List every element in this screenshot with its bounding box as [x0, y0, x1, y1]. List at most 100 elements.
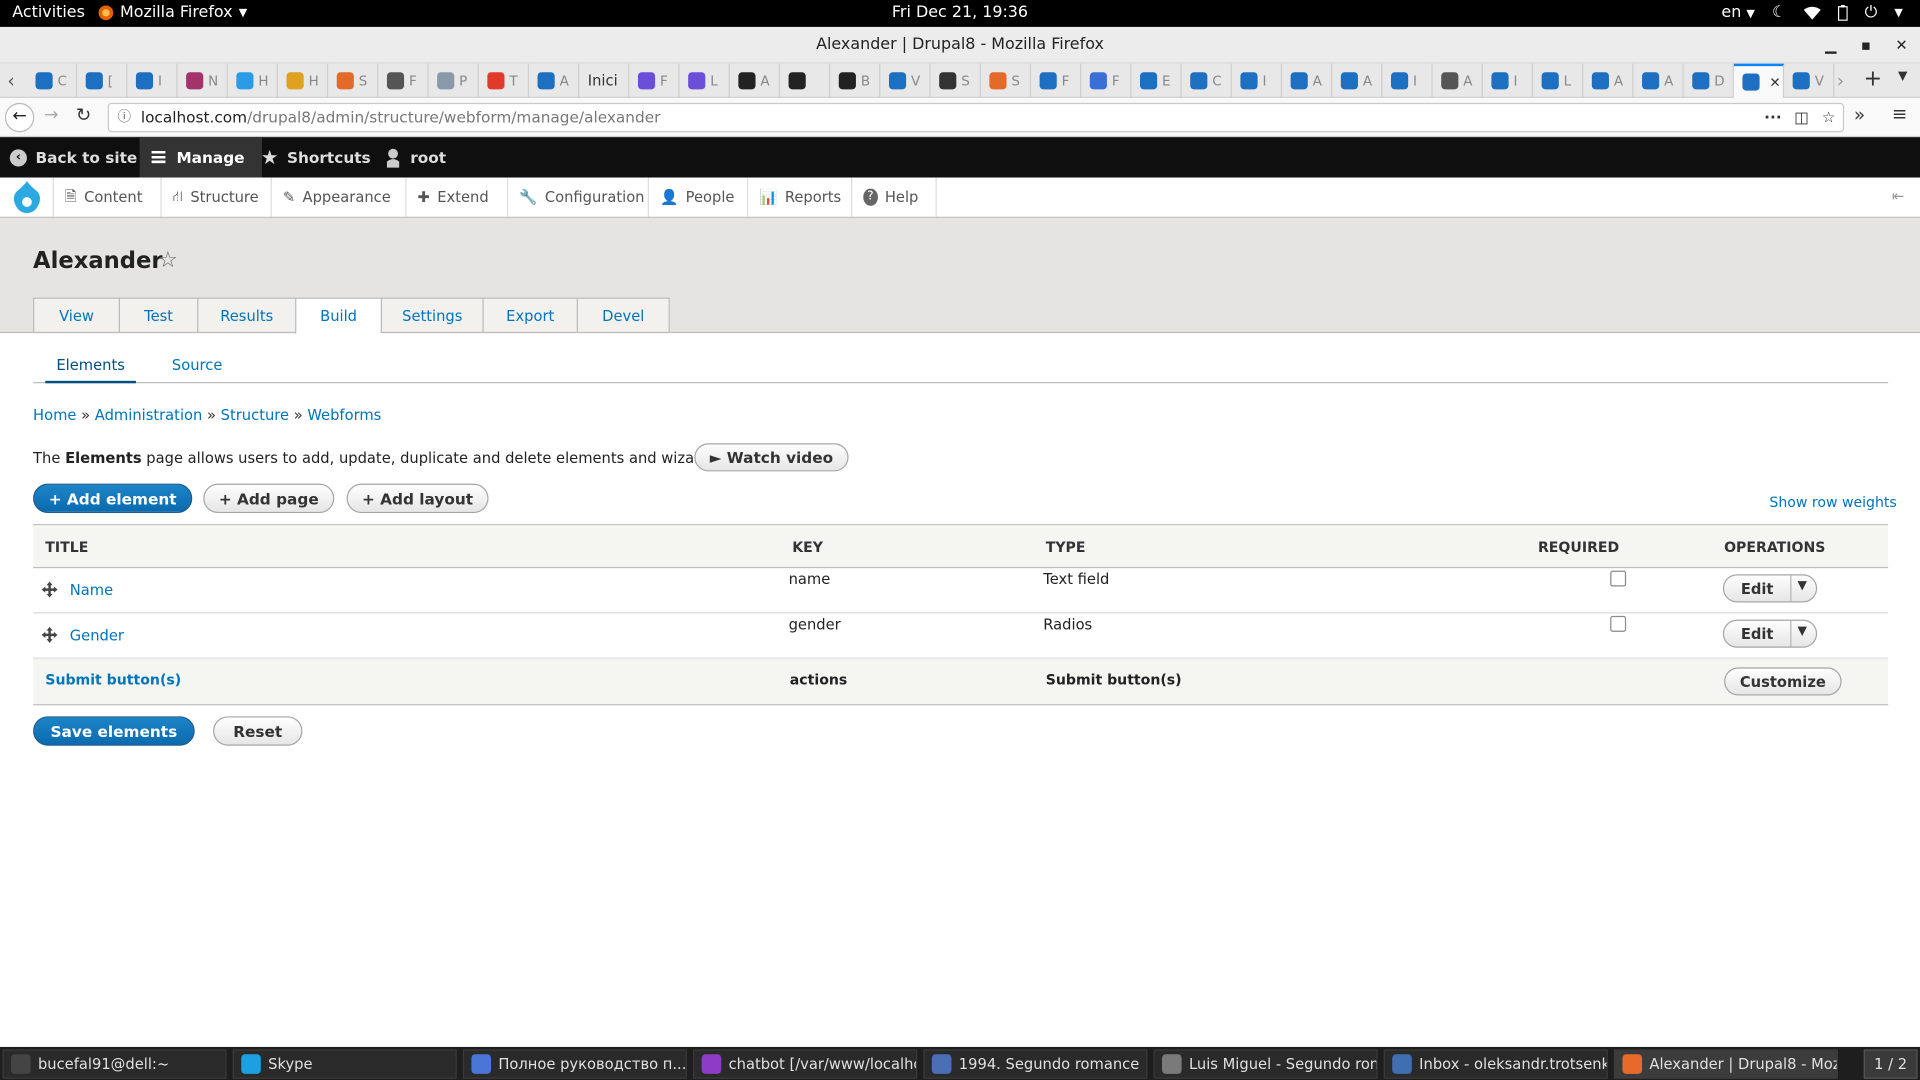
close-icon[interactable]: ✕ [1895, 27, 1907, 64]
drag-handle-icon[interactable] [41, 581, 58, 598]
subtab-elements[interactable]: Elements [45, 349, 136, 384]
taskbar-item[interactable]: bucefal91@dell:~ [2, 1049, 227, 1079]
browser-tab[interactable]: S [981, 63, 1032, 98]
browser-tab[interactable]: N [178, 63, 228, 98]
tab-test[interactable]: Test [118, 297, 198, 334]
required-checkbox[interactable] [1610, 615, 1627, 632]
language-indicator[interactable]: en ▼ [1721, 4, 1754, 22]
new-tab-icon[interactable]: + [1864, 66, 1882, 92]
system-tray[interactable]: en ▼ ☾ ⏻ ▼ [1721, 4, 1902, 22]
browser-tab[interactable]: C [27, 63, 78, 98]
overflow-menu-icon[interactable]: » [1854, 104, 1865, 126]
browser-tab[interactable]: A [730, 63, 781, 98]
tab-export[interactable]: Export [482, 297, 577, 334]
close-tab-icon[interactable]: ✕ [1769, 74, 1780, 90]
browser-tab[interactable]: A [1282, 63, 1333, 98]
menu-content[interactable]: 🗎 Content [54, 177, 162, 217]
edit-button[interactable]: Edit [1724, 620, 1792, 647]
app-menu[interactable]: Mozilla Firefox ▼ [98, 4, 247, 22]
browser-tab[interactable]: L [1533, 63, 1584, 98]
breadcrumb-structure[interactable]: Structure [221, 407, 289, 424]
browser-tab[interactable]: A [1633, 63, 1684, 98]
browser-tab[interactable] [780, 63, 831, 98]
dropbutton-toggle-icon[interactable]: ▼ [1798, 579, 1807, 592]
tab-view[interactable]: View [33, 297, 119, 334]
url-bar[interactable]: ⓘ localhost.com/drupal8/admin/structure/… [107, 102, 1845, 133]
shortcuts-tab[interactable]: ★ Shortcuts [261, 137, 371, 177]
scroll-tabs-right-icon[interactable]: › [1837, 70, 1844, 92]
element-title-link[interactable]: Name [70, 582, 113, 599]
browser-tab[interactable]: F [1081, 63, 1132, 98]
browser-tab[interactable]: S [328, 63, 379, 98]
browser-tab[interactable]: A [1332, 63, 1383, 98]
page-actions-icon[interactable]: ··· [1764, 104, 1781, 131]
tab-list-icon[interactable]: ▼ [1898, 70, 1907, 83]
back-to-site-link[interactable]: ‹ Back to site [9, 137, 137, 177]
browser-tab[interactable]: I [127, 63, 178, 98]
submit-buttons-link[interactable]: Submit button(s) [45, 671, 181, 688]
taskbar-item[interactable]: 1994. Segundo romance [923, 1049, 1148, 1079]
add-page-button[interactable]: + Add page [203, 483, 335, 514]
browser-tab[interactable]: A [1583, 63, 1634, 98]
activities-button[interactable]: Activities [12, 4, 85, 22]
browser-tab[interactable]: ✕ [1733, 63, 1785, 98]
add-layout-button[interactable]: + Add layout [346, 483, 489, 514]
breadcrumb-home[interactable]: Home [33, 407, 76, 424]
browser-tab[interactable]: F [1031, 63, 1082, 98]
browser-tab[interactable]: D [1684, 63, 1734, 98]
minimize-icon[interactable]: ▁ [1825, 27, 1836, 64]
save-elements-button[interactable]: Save elements [33, 716, 195, 746]
add-element-button[interactable]: + Add element [33, 483, 193, 514]
edit-button[interactable]: Edit [1724, 575, 1792, 602]
tab-settings[interactable]: Settings [380, 297, 483, 334]
reload-icon[interactable]: ↻ [76, 104, 91, 126]
taskbar-item[interactable]: Luis Miguel - Segundo roma... [1153, 1049, 1378, 1079]
browser-tab[interactable]: V [1784, 63, 1835, 98]
customize-button[interactable]: Customize [1724, 667, 1842, 696]
reset-button[interactable]: Reset [213, 716, 303, 746]
pocket-icon[interactable]: ◫ [1794, 104, 1808, 131]
browser-tab[interactable]: I [1382, 63, 1433, 98]
taskbar-item[interactable]: Alexander | Drupal8 - Mozilla... [1613, 1049, 1838, 1079]
drag-handle-icon[interactable] [41, 626, 58, 643]
menu-people[interactable]: 👤 People [649, 177, 749, 217]
breadcrumb-webforms[interactable]: Webforms [307, 407, 381, 424]
drupal-logo-icon[interactable] [0, 177, 54, 217]
browser-tab[interactable]: Inici [579, 63, 630, 98]
browser-tab[interactable]: F [378, 63, 429, 98]
breadcrumb-administration[interactable]: Administration [95, 407, 203, 424]
bookmark-star-icon[interactable]: ☆ [1822, 104, 1836, 131]
browser-tab[interactable]: [ [77, 63, 128, 98]
workspace-switcher[interactable]: 1 / 2 [1863, 1049, 1918, 1079]
browser-tab[interactable]: T [479, 63, 529, 98]
browser-tab[interactable]: F [629, 63, 680, 98]
taskbar-item[interactable]: Полное руководство п... [462, 1049, 687, 1079]
browser-tab[interactable]: E [1131, 63, 1182, 98]
manage-tab[interactable]: ≡ Manage [139, 137, 262, 178]
element-title-link[interactable]: Gender [70, 627, 124, 644]
dropbutton-toggle-icon[interactable]: ▼ [1798, 624, 1807, 637]
menu-configuration[interactable]: 🔧 Configuration [508, 177, 649, 217]
tray-orientation-toggle-icon[interactable]: ⇤ [1892, 187, 1904, 204]
browser-tab[interactable]: C [1182, 63, 1232, 98]
taskbar-item[interactable]: Skype [232, 1049, 457, 1079]
tab-devel[interactable]: Devel [576, 297, 670, 334]
browser-tab[interactable]: B [830, 63, 881, 98]
taskbar-item[interactable]: Inbox - oleksandr.trotsenko... [1383, 1049, 1608, 1079]
browser-tab[interactable]: S [931, 63, 981, 98]
subtab-source[interactable]: Source [160, 349, 233, 383]
browser-tab[interactable]: H [278, 63, 329, 98]
tab-build[interactable]: Build [295, 297, 381, 335]
forward-icon[interactable]: → [44, 105, 58, 125]
watch-video-button[interactable]: ► Watch video [694, 443, 849, 472]
browser-tab[interactable]: I [1232, 63, 1283, 98]
menu-appearance[interactable]: ✎ Appearance [272, 177, 407, 217]
hamburger-menu-icon[interactable]: ≡ [1892, 103, 1907, 125]
show-row-weights-link[interactable]: Show row weights [1769, 493, 1896, 510]
tab-results[interactable]: Results [197, 297, 296, 334]
browser-tab[interactable]: H [228, 63, 278, 98]
menu-extend[interactable]: ✚ Extend [407, 177, 509, 217]
browser-tab[interactable]: L [680, 63, 730, 98]
back-icon[interactable]: ← [4, 102, 35, 133]
clock[interactable]: Fri Dec 21, 19:36 [0, 4, 1920, 22]
